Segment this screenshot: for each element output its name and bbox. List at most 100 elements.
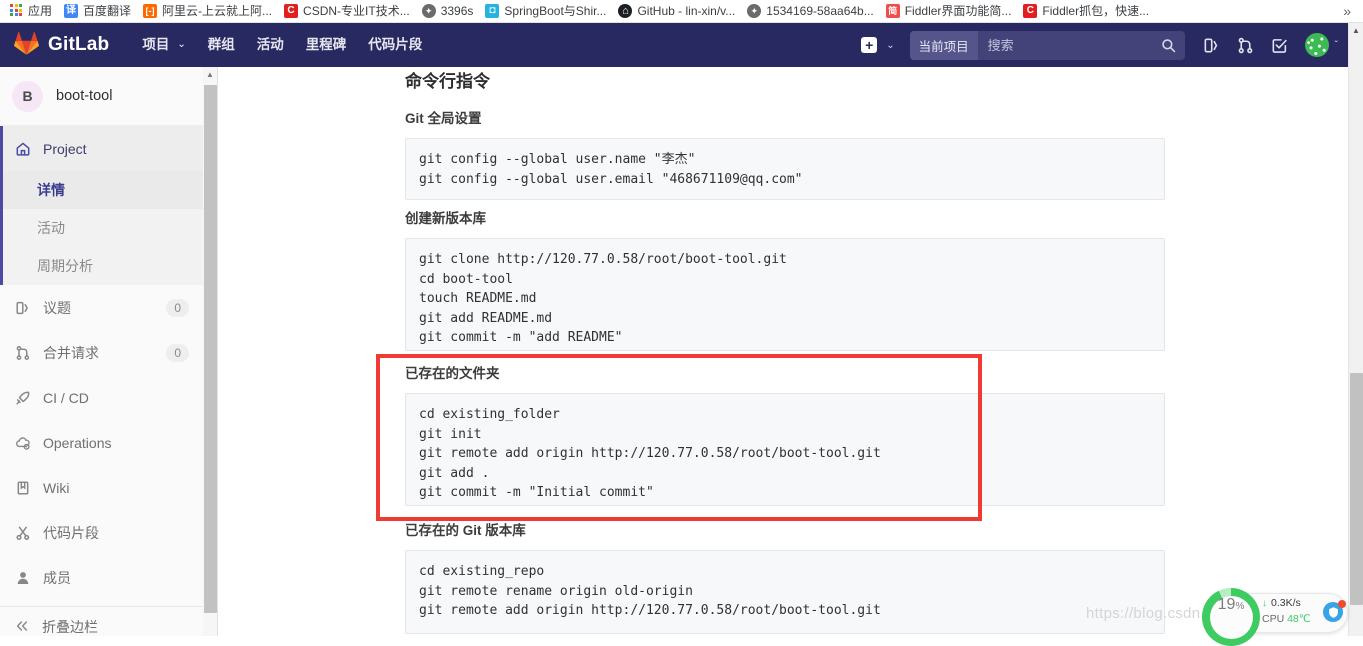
sidebar-item-collapse[interactable]: 折叠边栏 — [0, 607, 203, 636]
scissors-icon — [14, 525, 31, 541]
section-title: Git 全局设置 — [405, 111, 482, 126]
bookmark-item[interactable]: 应用 — [4, 1, 59, 21]
create-new-button[interactable]: + ⌄ — [854, 30, 901, 60]
chevron-down-icon: ⌄ — [886, 39, 895, 51]
bookmark-label: Fiddler抓包，快速... — [1042, 4, 1150, 18]
gitlab-logo-link[interactable]: GitLab — [14, 31, 109, 60]
user-avatar[interactable] — [1304, 33, 1329, 57]
sidebar-item-label: Wiki — [43, 479, 70, 496]
gitlab-fox-icon — [14, 31, 39, 60]
scroll-up-arrow-icon[interactable]: ▲ — [1349, 23, 1363, 38]
sidebar-subnav: 详情 活动 周期分析 — [3, 171, 203, 285]
project-header[interactable]: B boot-tool — [0, 67, 203, 126]
chevron-down-icon: ⌄ — [177, 39, 186, 50]
code-block-git-global-setup[interactable]: git config --global user.name "李杰" git c… — [405, 138, 1165, 200]
sidebar-item-ci-cd[interactable]: CI / CD — [0, 375, 203, 420]
nav-link-activity[interactable]: 活动 — [246, 23, 295, 67]
home-icon — [14, 141, 31, 157]
aliyun-icon: [-] — [143, 4, 158, 18]
cpu-label: CPU — [1262, 613, 1285, 625]
bookmark-item[interactable]: C CSDN-专业IT技术... — [279, 1, 417, 21]
sidebar-item-project[interactable]: Project — [3, 126, 203, 171]
sidebar-item-label: 合并请求 — [43, 344, 99, 361]
github-icon: ⌂ — [618, 4, 633, 18]
globe-icon: ✦ — [747, 4, 762, 18]
search-icon[interactable] — [1153, 31, 1185, 60]
section-title: 创建新版本库 — [405, 211, 486, 226]
sidebar-item-snippets[interactable]: 代码片段 — [0, 510, 203, 555]
main-content: 命令行指令 Git 全局设置 git config --global user.… — [219, 67, 1348, 636]
code-block-create-new-repo[interactable]: git clone http://120.77.0.58/root/boot-t… — [405, 238, 1165, 351]
code-block-existing-git-repo[interactable]: cd existing_repo git remote rename origi… — [405, 550, 1165, 634]
sidebar-item-cycle-analytics[interactable]: 周期分析 — [3, 247, 203, 285]
nav-link-milestones[interactable]: 里程碑 — [295, 23, 358, 67]
sidebar-item-label: 折叠边栏 — [42, 619, 98, 635]
sidebar-item-operations[interactable]: Operations — [0, 420, 203, 465]
merge-requests-icon[interactable] — [1230, 29, 1262, 61]
bookmark-overflow-button[interactable]: » — [1335, 3, 1359, 19]
network-speed-value: 0.3K/s — [1271, 597, 1301, 609]
bookmark-label: Fiddler界面功能简... — [904, 4, 1012, 18]
bookmark-label: 1534169-58aa64b... — [766, 4, 874, 18]
jianshu-icon: 简 — [885, 4, 900, 18]
page-scrollbar[interactable]: ▲ — [1348, 23, 1363, 636]
bookmark-item[interactable]: [-] 阿里云-上云就上阿... — [138, 1, 279, 21]
sidebar-item-wiki[interactable]: Wiki — [0, 465, 203, 510]
notification-dot — [1338, 600, 1346, 608]
sidebar-item-merge-requests[interactable]: 合并请求 0 — [0, 330, 203, 375]
code-block-existing-folder[interactable]: cd existing_folder git init git remote a… — [405, 393, 1165, 506]
sidebar-item-label: 代码片段 — [43, 524, 99, 541]
sidebar-item-label: Operations — [43, 434, 112, 451]
project-avatar: B — [12, 80, 43, 112]
issues-icon[interactable] — [1196, 29, 1228, 61]
bookmark-item[interactable]: 简 Fiddler界面功能简... — [881, 1, 1019, 21]
bookmark-item[interactable]: ✦ 1534169-58aa64b... — [742, 1, 880, 21]
bookmark-item[interactable]: ⌂ GitHub - lin-xin/v... — [613, 1, 742, 21]
bookmark-item[interactable]: C Fiddler抓包，快速... — [1018, 1, 1156, 21]
system-monitor-widget[interactable]: ↓ 0.3K/s CPU 48℃ 19 % — [1202, 588, 1348, 646]
sidebar-item-activity[interactable]: 活动 — [3, 209, 203, 247]
nav-link-projects[interactable]: 项目 ⌄ — [131, 23, 196, 67]
nav-link-groups[interactable]: 群组 — [197, 23, 246, 67]
sidebar-item-details[interactable]: 详情 — [3, 171, 203, 209]
section-existing-git-repo: 已存在的 Git 版本库 cd existing_repo git remote… — [405, 519, 1165, 634]
nav-link-snippets[interactable]: 代码片段 — [357, 23, 433, 67]
cpu-usage-percent: 19 — [1217, 595, 1236, 613]
sidebar-item-issues[interactable]: 议题 0 — [0, 285, 203, 330]
issues-icon — [14, 300, 31, 316]
download-arrow-icon: ↓ — [1262, 597, 1267, 609]
section-title: 已存在的 Git 版本库 — [405, 523, 526, 538]
section-git-global-setup: Git 全局设置 git config --global user.name "… — [405, 107, 1165, 200]
scroll-up-arrow-icon[interactable]: ▲ — [203, 67, 217, 82]
bookmark-item[interactable]: ✦ 3396s — [417, 1, 481, 21]
sidebar-scrollbar[interactable]: ▲ — [203, 67, 218, 636]
sidebar-item-members[interactable]: 成员 — [0, 555, 203, 600]
csdn-icon: C — [284, 4, 299, 18]
nav-link-label: 项目 — [142, 37, 170, 52]
section-title: 已存在的文件夹 — [405, 366, 500, 381]
bookmark-item[interactable]: 译 百度翻译 — [59, 1, 138, 21]
search-scope-label[interactable]: 当前项目 — [909, 30, 978, 60]
cpu-usage-ring: 19 % — [1202, 588, 1260, 646]
apps-grid-icon — [9, 4, 23, 18]
page-scrollbar-thumb[interactable] — [1350, 373, 1363, 605]
percent-sign: % — [1235, 600, 1245, 612]
book-icon — [14, 480, 31, 496]
chevron-down-icon[interactable]: ˇ — [1335, 40, 1338, 51]
cpu-usage-value-wrap: 19 % — [1209, 595, 1253, 639]
bookmark-label: SpringBoot与Shir... — [504, 4, 607, 18]
plus-icon: + — [861, 37, 878, 53]
bookmark-label: 阿里云-上云就上阿... — [162, 4, 273, 18]
todos-icon[interactable] — [1264, 29, 1296, 61]
cpu-temperature-readout: CPU 48℃ — [1262, 613, 1311, 625]
search-input[interactable] — [977, 30, 1153, 60]
global-search[interactable]: 当前项目 — [909, 30, 1185, 60]
issues-count-badge: 0 — [166, 298, 189, 317]
sidebar-scrollbar-thumb[interactable] — [204, 85, 217, 613]
bookmark-item[interactable]: ◘ SpringBoot与Shir... — [480, 1, 613, 21]
sidebar-item-label: 成员 — [43, 569, 71, 586]
project-name: boot-tool — [56, 88, 113, 104]
network-speed-readout: ↓ 0.3K/s — [1262, 597, 1301, 609]
browser-bookmark-bar: 应用 译 百度翻译 [-] 阿里云-上云就上阿... C CSDN-专业IT技术… — [0, 0, 1363, 23]
bookmark-label: 应用 — [28, 4, 53, 18]
